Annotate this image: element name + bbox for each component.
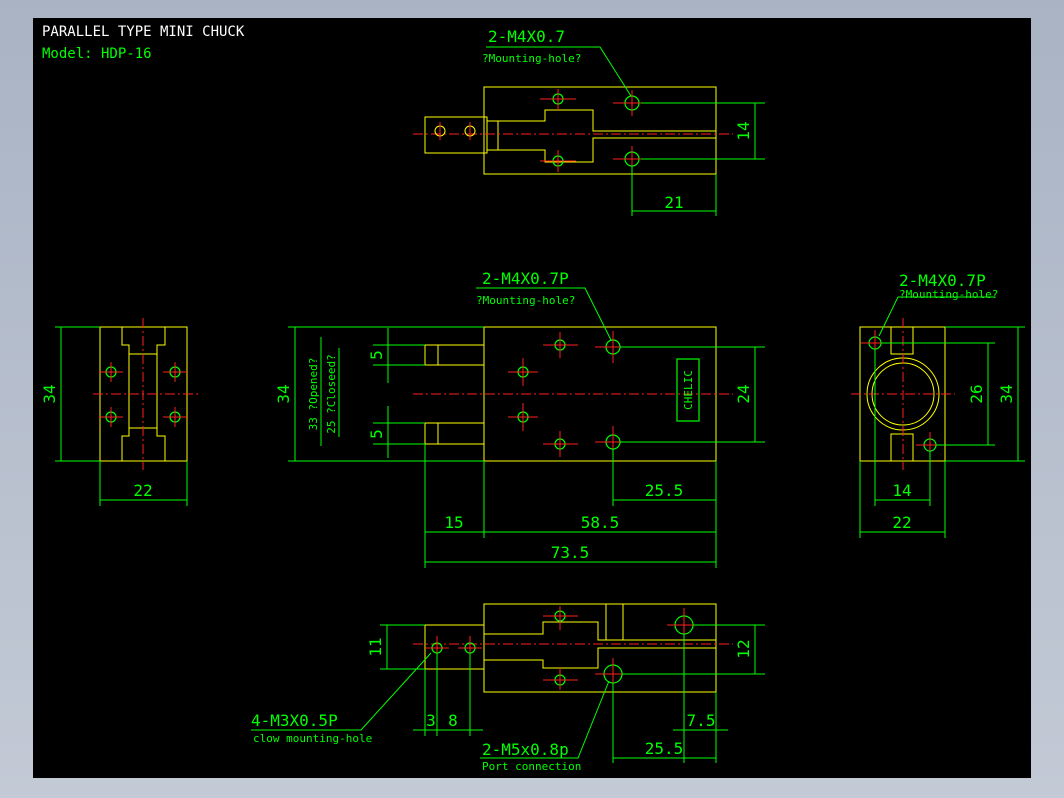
front-dim-jaw-upper: 5 [367,350,386,360]
right-callout-note: ?Mounting-hole? [899,288,998,301]
front-dim-25-5: 25.5 [645,481,684,500]
front-callout-spec: 2-M4X0.7P [482,269,569,288]
right-slot-lower [890,433,914,462]
top-callout-spec: 2-M4X0.7 [488,27,565,46]
front-view: CHELIC 2-M4X0.7P ?Mounting-hole? 34 33 ?… [274,269,765,568]
front-jaw-upper [424,344,485,366]
top-slot-lower [487,137,716,163]
left-dim-height: 34 [40,384,59,403]
top-dim-width: 21 [664,193,683,212]
claw-callout-spec: 4-M3X0.5P [251,711,338,730]
front-dim-total-height: 34 [274,384,293,403]
bottom-dim-7-5: 7.5 [687,711,716,730]
bottom-dim-12: 12 [734,639,753,658]
right-dim-inner: 26 [967,384,986,403]
top-slot-upper [487,109,716,132]
top-callout-note: ?Mounting-hole? [482,52,581,65]
drawing-canvas: PARALLEL TYPE MINI CHUCK Model: HDP-16 2… [33,18,1031,778]
front-dim-15: 15 [444,513,463,532]
front-dim-body-height: 24 [734,384,753,403]
cad-drawing: PARALLEL TYPE MINI CHUCK Model: HDP-16 2… [40,24,1025,773]
bottom-dim-11: 11 [366,637,385,656]
front-dim-58-5: 58.5 [581,513,620,532]
port-callout-spec: 2-M5x0.8p [482,740,569,759]
front-dim-opened: 33 ?Opened? [307,358,320,431]
brand-logo: CHELIC [682,370,695,410]
left-view: 34 22 [40,318,198,506]
top-dim-height: 14 [734,121,753,140]
right-dim-height: 34 [997,384,1016,403]
bottom-dim-3: 3 [426,711,436,730]
front-callout-note: ?Mounting-hole? [476,294,575,307]
claw-callout-note: clow mounting-hole [253,732,372,745]
bottom-dim-8: 8 [448,711,458,730]
front-jaw-lower [424,422,485,445]
model-label: Model: HDP-16 [42,46,152,62]
right-callout-leader [878,296,995,337]
right-slot-upper [890,326,914,355]
port-callout-note: Port connection [482,760,581,773]
front-dim-closed: 25 ?Closeed? [325,354,338,433]
right-dim-22: 22 [892,513,911,532]
top-view: 2-M4X0.7 ?Mounting-hole? 14 21 [413,27,765,216]
right-view: 2-M4X0.7P ?Mounting-hole? 34 26 14 22 [851,271,1025,538]
bottom-view: 11 12 3 8 7.5 25.5 4-M3X0.5P clow mounti… [251,603,765,773]
left-dim-width: 22 [133,481,152,500]
bottom-dim-25-5: 25.5 [645,739,684,758]
drawing-title: PARALLEL TYPE MINI CHUCK [42,24,245,40]
front-dim-73-5: 73.5 [551,543,590,562]
right-dim-14: 14 [892,481,911,500]
bottom-slot-lower [484,647,716,669]
top-jaw-outline [424,116,488,154]
front-dim-jaw-lower: 5 [367,429,386,439]
